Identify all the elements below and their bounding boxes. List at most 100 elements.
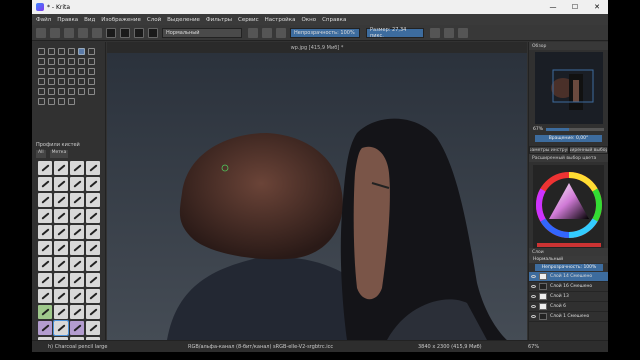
menu-layer[interactable]: Слой	[147, 17, 161, 23]
bezier-select-tool-icon[interactable]	[37, 97, 45, 105]
tab-tool-options[interactable]: Параметры инструм...	[529, 146, 569, 154]
overview-zoom-slider[interactable]	[546, 128, 604, 131]
tab-advanced-color[interactable]: Расширенный выбор ц...	[568, 146, 608, 154]
brush-preset-item[interactable]	[70, 273, 84, 287]
bezier-tool-icon[interactable]	[77, 57, 85, 65]
color-swap-icon[interactable]	[134, 27, 144, 38]
gradient-tool-icon[interactable]	[87, 67, 95, 75]
menu-tools[interactable]: Сервис	[238, 17, 259, 23]
similar-select-tool-icon[interactable]	[87, 87, 95, 95]
mirror-vertical-icon[interactable]	[444, 27, 454, 38]
brush-preset-item[interactable]	[70, 241, 84, 255]
brush-preset-item[interactable]	[54, 177, 68, 191]
eye-icon[interactable]	[531, 275, 536, 278]
fill-tool-icon[interactable]	[47, 77, 55, 85]
zoom-tool-icon[interactable]	[57, 97, 65, 105]
color-selector[interactable]	[533, 165, 604, 251]
freehand-path-tool-icon[interactable]	[87, 57, 95, 65]
layer-row[interactable]: Слой 16 Смешено	[529, 282, 608, 292]
brush-preset-item[interactable]	[38, 209, 52, 223]
magnetic-select-tool-icon[interactable]	[47, 97, 55, 105]
color-wheel[interactable]	[533, 165, 605, 251]
brush-preset-item[interactable]	[86, 209, 100, 223]
preset-filter-tag[interactable]: Метка	[49, 150, 69, 158]
brush-preset-item[interactable]	[38, 193, 52, 207]
layers-blend-mode[interactable]: Нормальный	[533, 257, 563, 262]
transform-tool-icon[interactable]	[57, 67, 65, 75]
brush-preset-item[interactable]	[54, 209, 68, 223]
reset-icon[interactable]	[262, 27, 272, 38]
brush-preset-item[interactable]	[54, 289, 68, 303]
close-button[interactable]: ✕	[586, 0, 608, 14]
brush-preset-item[interactable]	[86, 289, 100, 303]
brush-preset-item[interactable]	[70, 161, 84, 175]
blend-mode-select[interactable]: Нормальный	[162, 27, 242, 38]
brush-preset-item[interactable]	[38, 241, 52, 255]
brush-preset-item[interactable]	[70, 225, 84, 239]
brush-preset-item[interactable]	[86, 241, 100, 255]
measure-tool-icon[interactable]	[67, 77, 75, 85]
eraser-icon[interactable]	[248, 27, 258, 38]
menu-file[interactable]: Файл	[36, 17, 51, 23]
brush-preset-item[interactable]	[86, 161, 100, 175]
save-icon[interactable]	[64, 27, 74, 38]
brush-preset-item[interactable]	[38, 289, 52, 303]
eye-icon[interactable]	[531, 295, 536, 298]
menu-view[interactable]: Вид	[84, 17, 95, 23]
rectangle-tool-icon[interactable]	[37, 57, 45, 65]
polyline-tool-icon[interactable]	[67, 57, 75, 65]
eye-icon[interactable]	[531, 315, 536, 318]
brush-preset-item[interactable]	[70, 257, 84, 271]
menu-help[interactable]: Справка	[322, 17, 346, 23]
brush-preset-item[interactable]	[38, 305, 52, 319]
ellipse-tool-icon[interactable]	[47, 57, 55, 65]
size-slider[interactable]: Размер: 27,34 пикс.	[366, 27, 424, 39]
brush-preset-item[interactable]	[70, 209, 84, 223]
gradient-icon[interactable]	[106, 27, 116, 38]
brush-tool-icon[interactable]	[77, 47, 85, 55]
mirror-horizontal-icon[interactable]	[430, 27, 440, 38]
eye-icon[interactable]	[531, 305, 536, 308]
pattern-icon[interactable]	[120, 27, 130, 38]
ellipse-select-tool-icon[interactable]	[47, 87, 55, 95]
brush-preset-item[interactable]	[38, 273, 52, 287]
redo-icon[interactable]	[92, 27, 102, 38]
layer-row[interactable]: Слой 14 Смешено	[529, 272, 608, 282]
select-shapes-tool-icon[interactable]	[37, 47, 45, 55]
brush-preset-item[interactable]	[54, 193, 68, 207]
brush-preset-icon[interactable]	[148, 27, 158, 38]
alpha-lock-icon[interactable]	[276, 27, 286, 38]
brush-preset-item-selected[interactable]	[53, 320, 69, 336]
new-document-icon[interactable]	[36, 27, 46, 38]
brush-preset-item[interactable]	[54, 225, 68, 239]
brush-preset-item[interactable]	[38, 321, 52, 335]
canvas-area[interactable]: wp.jpg [415,9 Миб] *	[107, 42, 527, 340]
move-tool-icon[interactable]	[67, 67, 75, 75]
smart-patch-tool-icon[interactable]	[87, 77, 95, 85]
undo-icon[interactable]	[78, 27, 88, 38]
brush-preset-item[interactable]	[70, 193, 84, 207]
document-tab[interactable]: wp.jpg [415,9 Миб] *	[107, 42, 527, 53]
freehand-select-tool-icon[interactable]	[67, 87, 75, 95]
layer-row[interactable]: Слой 6	[529, 302, 608, 312]
brush-preset-item[interactable]	[38, 257, 52, 271]
brush-preset-item[interactable]	[38, 161, 52, 175]
brush-preset-item[interactable]	[86, 273, 100, 287]
layers-opacity-slider[interactable]: Непрозрачность: 100%	[535, 264, 603, 271]
menu-settings[interactable]: Настройка	[265, 17, 296, 23]
brush-preset-item[interactable]	[54, 305, 68, 319]
brush-preset-item[interactable]	[86, 305, 100, 319]
eye-icon[interactable]	[531, 285, 536, 288]
brush-preset-item[interactable]	[70, 305, 84, 319]
brush-preset-item[interactable]	[38, 177, 52, 191]
menu-image[interactable]: Изображение	[101, 17, 141, 23]
brush-preset-item[interactable]	[86, 225, 100, 239]
layer-row[interactable]: Слой 1 Смешено	[529, 312, 608, 322]
menu-edit[interactable]: Правка	[57, 17, 78, 23]
multibrush-tool-icon[interactable]	[47, 67, 55, 75]
preset-filter-all[interactable]: All	[36, 150, 46, 158]
menu-filter[interactable]: Фильтры	[206, 17, 232, 23]
minimize-button[interactable]: —	[542, 0, 564, 14]
brush-preset-item[interactable]	[38, 225, 52, 239]
line-tool-icon[interactable]	[87, 47, 95, 55]
